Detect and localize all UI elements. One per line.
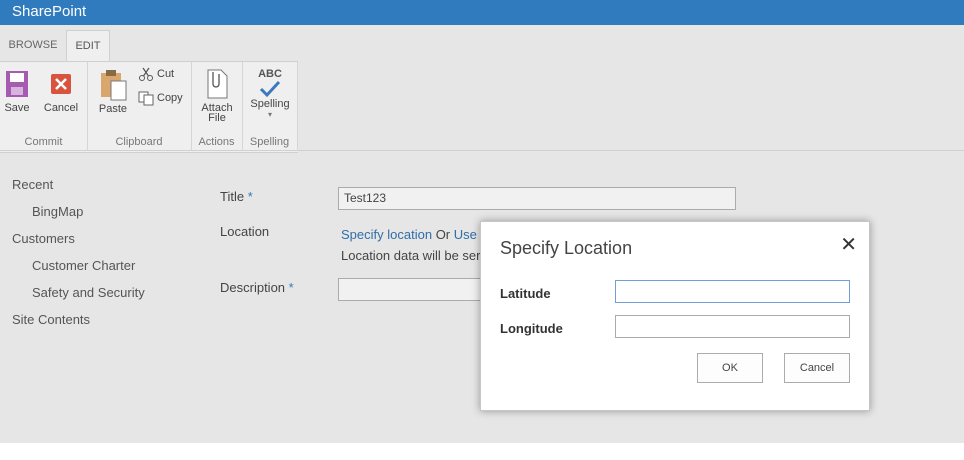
description-label: Description * [220,280,294,295]
spelling-label: Spelling [250,98,290,110]
use-location-link[interactable]: Use [454,227,477,242]
location-links: Specify location Or Use [341,227,477,242]
checkmark-icon [259,80,281,98]
ribbon-group-clipboard: Paste Cut Copy Clipboard [87,62,192,151]
required-marker: * [288,280,294,295]
description-input[interactable] [338,278,483,301]
dialog-title: Specify Location [500,238,633,258]
copy-icon [138,91,154,106]
attach-file-button[interactable]: Attach File [198,68,236,124]
ribbon: Save Cancel Commit Paste Cut Copy Clipbo… [0,61,298,153]
cancel-icon [51,74,71,94]
longitude-input[interactable] [615,315,850,338]
title-label: Title * [220,189,253,204]
ribbon-divider [0,150,964,151]
specify-location-dialog: Specify Location ✕ Latitude Longitude OK… [480,221,870,411]
title-input[interactable]: Test123 [338,187,736,210]
close-icon[interactable]: ✕ [840,232,857,257]
save-button[interactable]: Save [3,70,31,114]
ribbon-group-actions: Attach File Actions [191,62,243,151]
description-label-text: Description [220,280,286,295]
latitude-label: Latitude [500,286,551,301]
group-label-clipboard: Clipboard [115,136,163,148]
paste-icon [101,70,127,101]
location-label: Location [220,224,270,239]
ribbon-group-commit: Save Cancel Commit [0,62,88,151]
copy-button[interactable]: Copy [138,90,183,106]
cancel-label: Cancel [43,102,79,114]
longitude-label: Longitude [500,321,563,336]
attach-label-line2: File [208,112,226,124]
ok-button[interactable]: OK [697,353,763,383]
copy-label: Copy [157,92,183,104]
title-label-text: Title [220,189,245,204]
paste-button[interactable]: Paste [97,69,129,115]
scissors-icon [139,67,153,81]
dialog-cancel-button[interactable]: Cancel [784,353,850,383]
location-note: Location data will be ser [341,248,481,263]
ribbon-tabs: BROWSE EDIT [0,30,964,61]
abc-text: ABC [258,68,282,80]
nav-item-bingmap[interactable]: BingMap [32,204,83,219]
group-label-spelling: Spelling [249,136,290,148]
latitude-input[interactable] [615,280,850,303]
brand-title[interactable]: SharePoint [12,3,86,20]
dropdown-arrow-icon[interactable]: ▾ [248,110,292,119]
paste-label: Paste [98,103,128,115]
save-icon [6,71,28,97]
group-label-actions: Actions [198,136,235,148]
group-label-commit: Commit [24,136,63,148]
required-marker: * [247,189,253,204]
paperclip-icon [207,69,228,99]
tab-browse[interactable]: BROWSE [0,30,66,61]
cut-button[interactable]: Cut [138,66,174,82]
nav-item-safety-and-security[interactable]: Safety and Security [32,285,145,300]
tab-edit[interactable]: EDIT [66,30,110,61]
save-label: Save [4,102,30,114]
suite-bar: SharePoint [0,0,964,25]
cut-label: Cut [157,68,175,80]
or-text: Or [435,227,451,242]
nav-item-recent[interactable]: Recent [12,177,53,192]
spelling-button[interactable]: ABC Spelling ▾ [248,68,292,119]
cancel-button[interactable]: Cancel [43,70,79,114]
ribbon-group-spelling: ABC Spelling ▾ Spelling [242,62,298,151]
nav-item-site-contents[interactable]: Site Contents [12,312,90,327]
nav-item-customers[interactable]: Customers [12,231,75,246]
specify-location-link[interactable]: Specify location [341,227,432,242]
nav-item-customer-charter[interactable]: Customer Charter [32,258,135,273]
